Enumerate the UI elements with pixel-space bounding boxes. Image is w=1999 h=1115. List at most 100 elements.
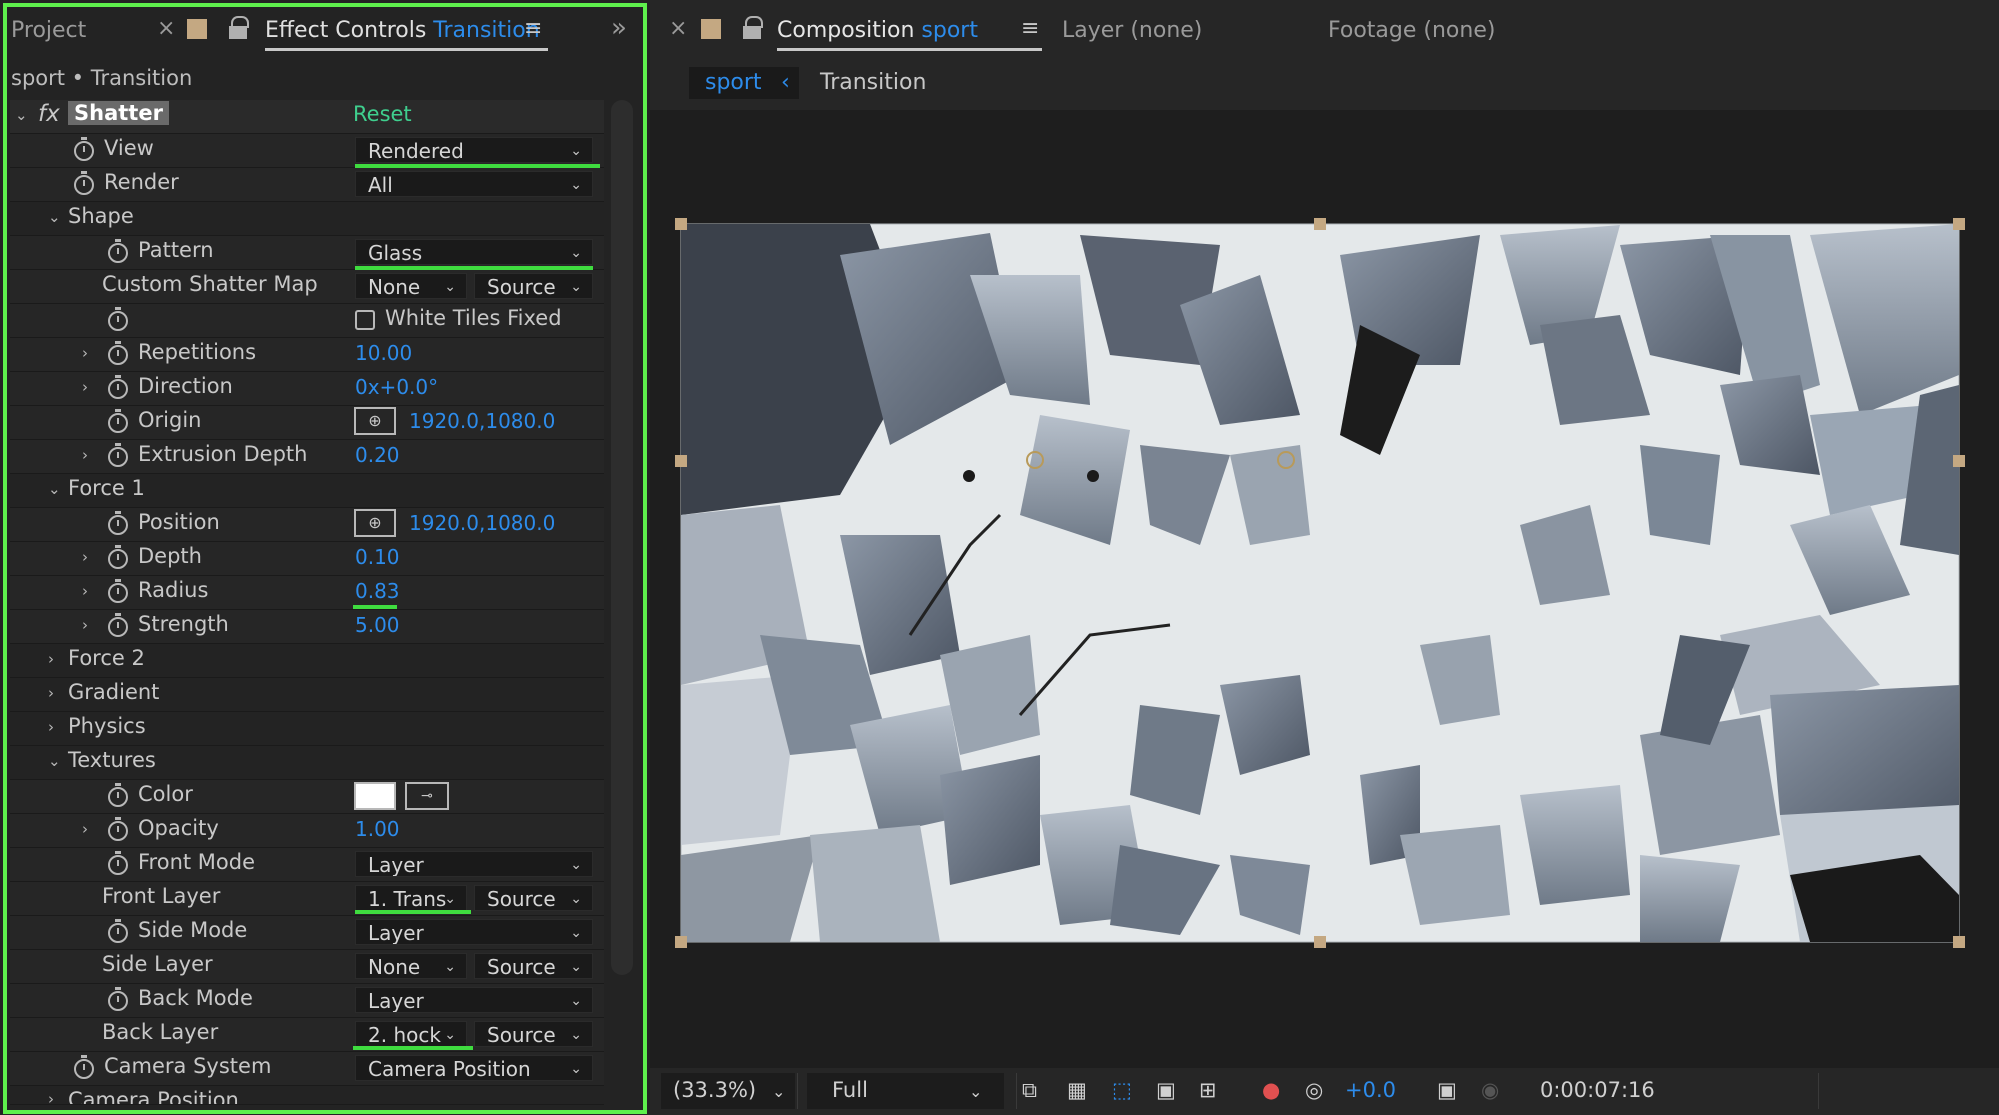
stopwatch-icon[interactable] [108,375,128,399]
twirl-right-icon[interactable]: › [48,1090,54,1108]
stopwatch-icon[interactable] [108,511,128,535]
back-layer-source-dropdown[interactable]: Source ⌄ [474,1021,593,1047]
tab-composition[interactable]: Composition sport [777,18,978,43]
stopwatch-icon[interactable] [74,1055,94,1079]
current-time[interactable]: 0:00:07:16 [1540,1078,1655,1102]
twirl-right-icon[interactable]: › [82,616,88,634]
white-tiles-checkbox[interactable] [355,310,375,330]
crumb-sport[interactable]: sport [705,70,762,95]
twirl-right-icon[interactable]: › [82,548,88,566]
crumb-transition[interactable]: Transition [820,70,926,95]
twirl-right-icon[interactable]: › [48,718,54,736]
view-dropdown[interactable]: Rendered ⌄ [355,137,593,163]
origin-value[interactable]: 1920.0,1080.0 [409,409,555,433]
twirl-down-icon[interactable]: ⌄ [48,208,61,226]
back-mode-dropdown[interactable]: Layer ⌄ [355,987,593,1013]
twirl-down-icon[interactable]: ⌄ [48,752,61,770]
back-layer-dropdown[interactable]: 2. hock ⌄ [355,1021,467,1047]
direction-value[interactable]: 0x+0.0° [355,375,438,399]
region-of-interest-icon[interactable]: ▣ [1156,1078,1176,1102]
position-value[interactable]: 1920.0,1080.0 [409,511,555,535]
twirl-right-icon[interactable]: › [82,446,88,464]
pattern-dropdown[interactable]: Glass ⌄ [355,239,593,265]
twirl-down-icon[interactable]: ⌄ [15,106,28,124]
twirl-down-icon[interactable]: ⌄ [48,480,61,498]
depth-value[interactable]: 0.10 [355,545,400,569]
close-icon[interactable]: × [669,16,687,41]
stopwatch-icon[interactable] [108,851,128,875]
side-layer-dropdown[interactable]: None ⌄ [355,953,467,979]
transparency-grid-icon[interactable]: ▦ [1067,1078,1087,1102]
twirl-right-icon[interactable]: › [48,684,54,702]
stopwatch-icon[interactable] [108,783,128,807]
chevron-down-icon[interactable]: ⌄ [969,1082,982,1101]
stopwatch-icon[interactable] [108,919,128,943]
twirl-right-icon[interactable]: › [82,582,88,600]
front-layer-source-dropdown[interactable]: Source ⌄ [474,885,593,911]
chevron-down-icon: ⌄ [444,891,456,907]
stopwatch-icon[interactable] [108,409,128,433]
stopwatch-icon[interactable] [108,613,128,637]
repetitions-value[interactable]: 10.00 [355,341,412,365]
strength-value[interactable]: 5.00 [355,613,400,637]
panel-overflow-icon[interactable]: » [611,13,627,43]
twirl-right-icon[interactable]: › [82,820,88,838]
stopwatch-icon[interactable] [108,579,128,603]
camera-snapshot-icon[interactable]: ▣ [1437,1078,1457,1102]
color-management-icon[interactable]: ◎ [1305,1078,1323,1102]
panel-menu-icon[interactable]: ≡ [524,16,542,41]
tab-effect-controls[interactable]: Effect Controls Transition [265,18,540,43]
front-layer-dropdown[interactable]: 1. Trans ⌄ [355,885,467,911]
stopwatch-icon[interactable] [74,137,94,161]
close-icon[interactable]: × [157,16,175,41]
show-snapshot-icon[interactable]: ◉ [1481,1078,1499,1102]
render-dropdown[interactable]: All ⌄ [355,171,593,197]
crosshair-icon[interactable]: ⊕ [354,509,396,537]
tab-footage[interactable]: Footage (none) [1328,18,1495,43]
extrusion-value[interactable]: 0.20 [355,443,400,467]
fast-preview-icon[interactable]: ⧉ [1022,1078,1037,1103]
tab-layer[interactable]: Layer (none) [1062,18,1202,43]
stopwatch-icon[interactable] [108,817,128,841]
mask-path-visibility-icon[interactable]: ⬚ [1112,1078,1132,1102]
twirl-right-icon[interactable]: › [82,344,88,362]
custom-map-layer-dropdown[interactable]: None ⌄ [355,273,467,299]
stopwatch-icon[interactable] [74,171,94,195]
resolution-dropdown[interactable]: Full [832,1078,868,1102]
comp-frame[interactable] [660,215,1980,955]
fx-toggle-icon[interactable]: fx [38,101,60,127]
stopwatch-icon[interactable] [108,239,128,263]
zoom-dropdown[interactable]: (33.3%) [673,1078,756,1102]
twirl-right-icon[interactable]: › [82,378,88,396]
custom-map-source-dropdown[interactable]: Source ⌄ [474,273,593,299]
side-layer-source-dropdown[interactable]: Source ⌄ [474,953,593,979]
front-mode-dropdown[interactable]: Layer ⌄ [355,851,593,877]
stopwatch-icon[interactable] [108,987,128,1011]
stopwatch-icon[interactable] [108,443,128,467]
panel-menu-icon[interactable]: ≡ [1021,16,1039,41]
exposure-value[interactable]: +0.0 [1345,1078,1396,1102]
group-label-camera-position: Camera Position [68,1088,239,1104]
tab-project[interactable]: Project [11,18,86,43]
grid-guides-icon[interactable]: ⊞ [1199,1078,1217,1102]
chevron-left-icon[interactable]: ‹ [781,70,790,95]
effect-name[interactable]: Shatter [68,101,169,125]
opacity-value[interactable]: 1.00 [355,817,400,841]
color-swatch[interactable] [354,782,396,810]
stopwatch-icon[interactable] [108,307,128,331]
prop-label-depth: Depth [138,544,202,568]
eyedropper-icon[interactable]: ⊸ [405,782,449,810]
prop-row-direction [10,372,604,406]
radius-value[interactable]: 0.83 [355,579,400,603]
scrollbar-track[interactable] [611,100,633,975]
channels-icon[interactable]: ● [1262,1078,1280,1102]
chevron-down-icon[interactable]: ⌄ [772,1082,785,1101]
camera-system-dropdown[interactable]: Camera Position ⌄ [355,1055,593,1081]
side-mode-dropdown[interactable]: Layer ⌄ [355,919,593,945]
group-label-force1: Force 1 [68,476,145,500]
twirl-right-icon[interactable]: › [48,650,54,668]
stopwatch-icon[interactable] [108,545,128,569]
reset-button[interactable]: Reset [353,102,412,126]
stopwatch-icon[interactable] [108,341,128,365]
crosshair-icon[interactable]: ⊕ [354,407,396,435]
